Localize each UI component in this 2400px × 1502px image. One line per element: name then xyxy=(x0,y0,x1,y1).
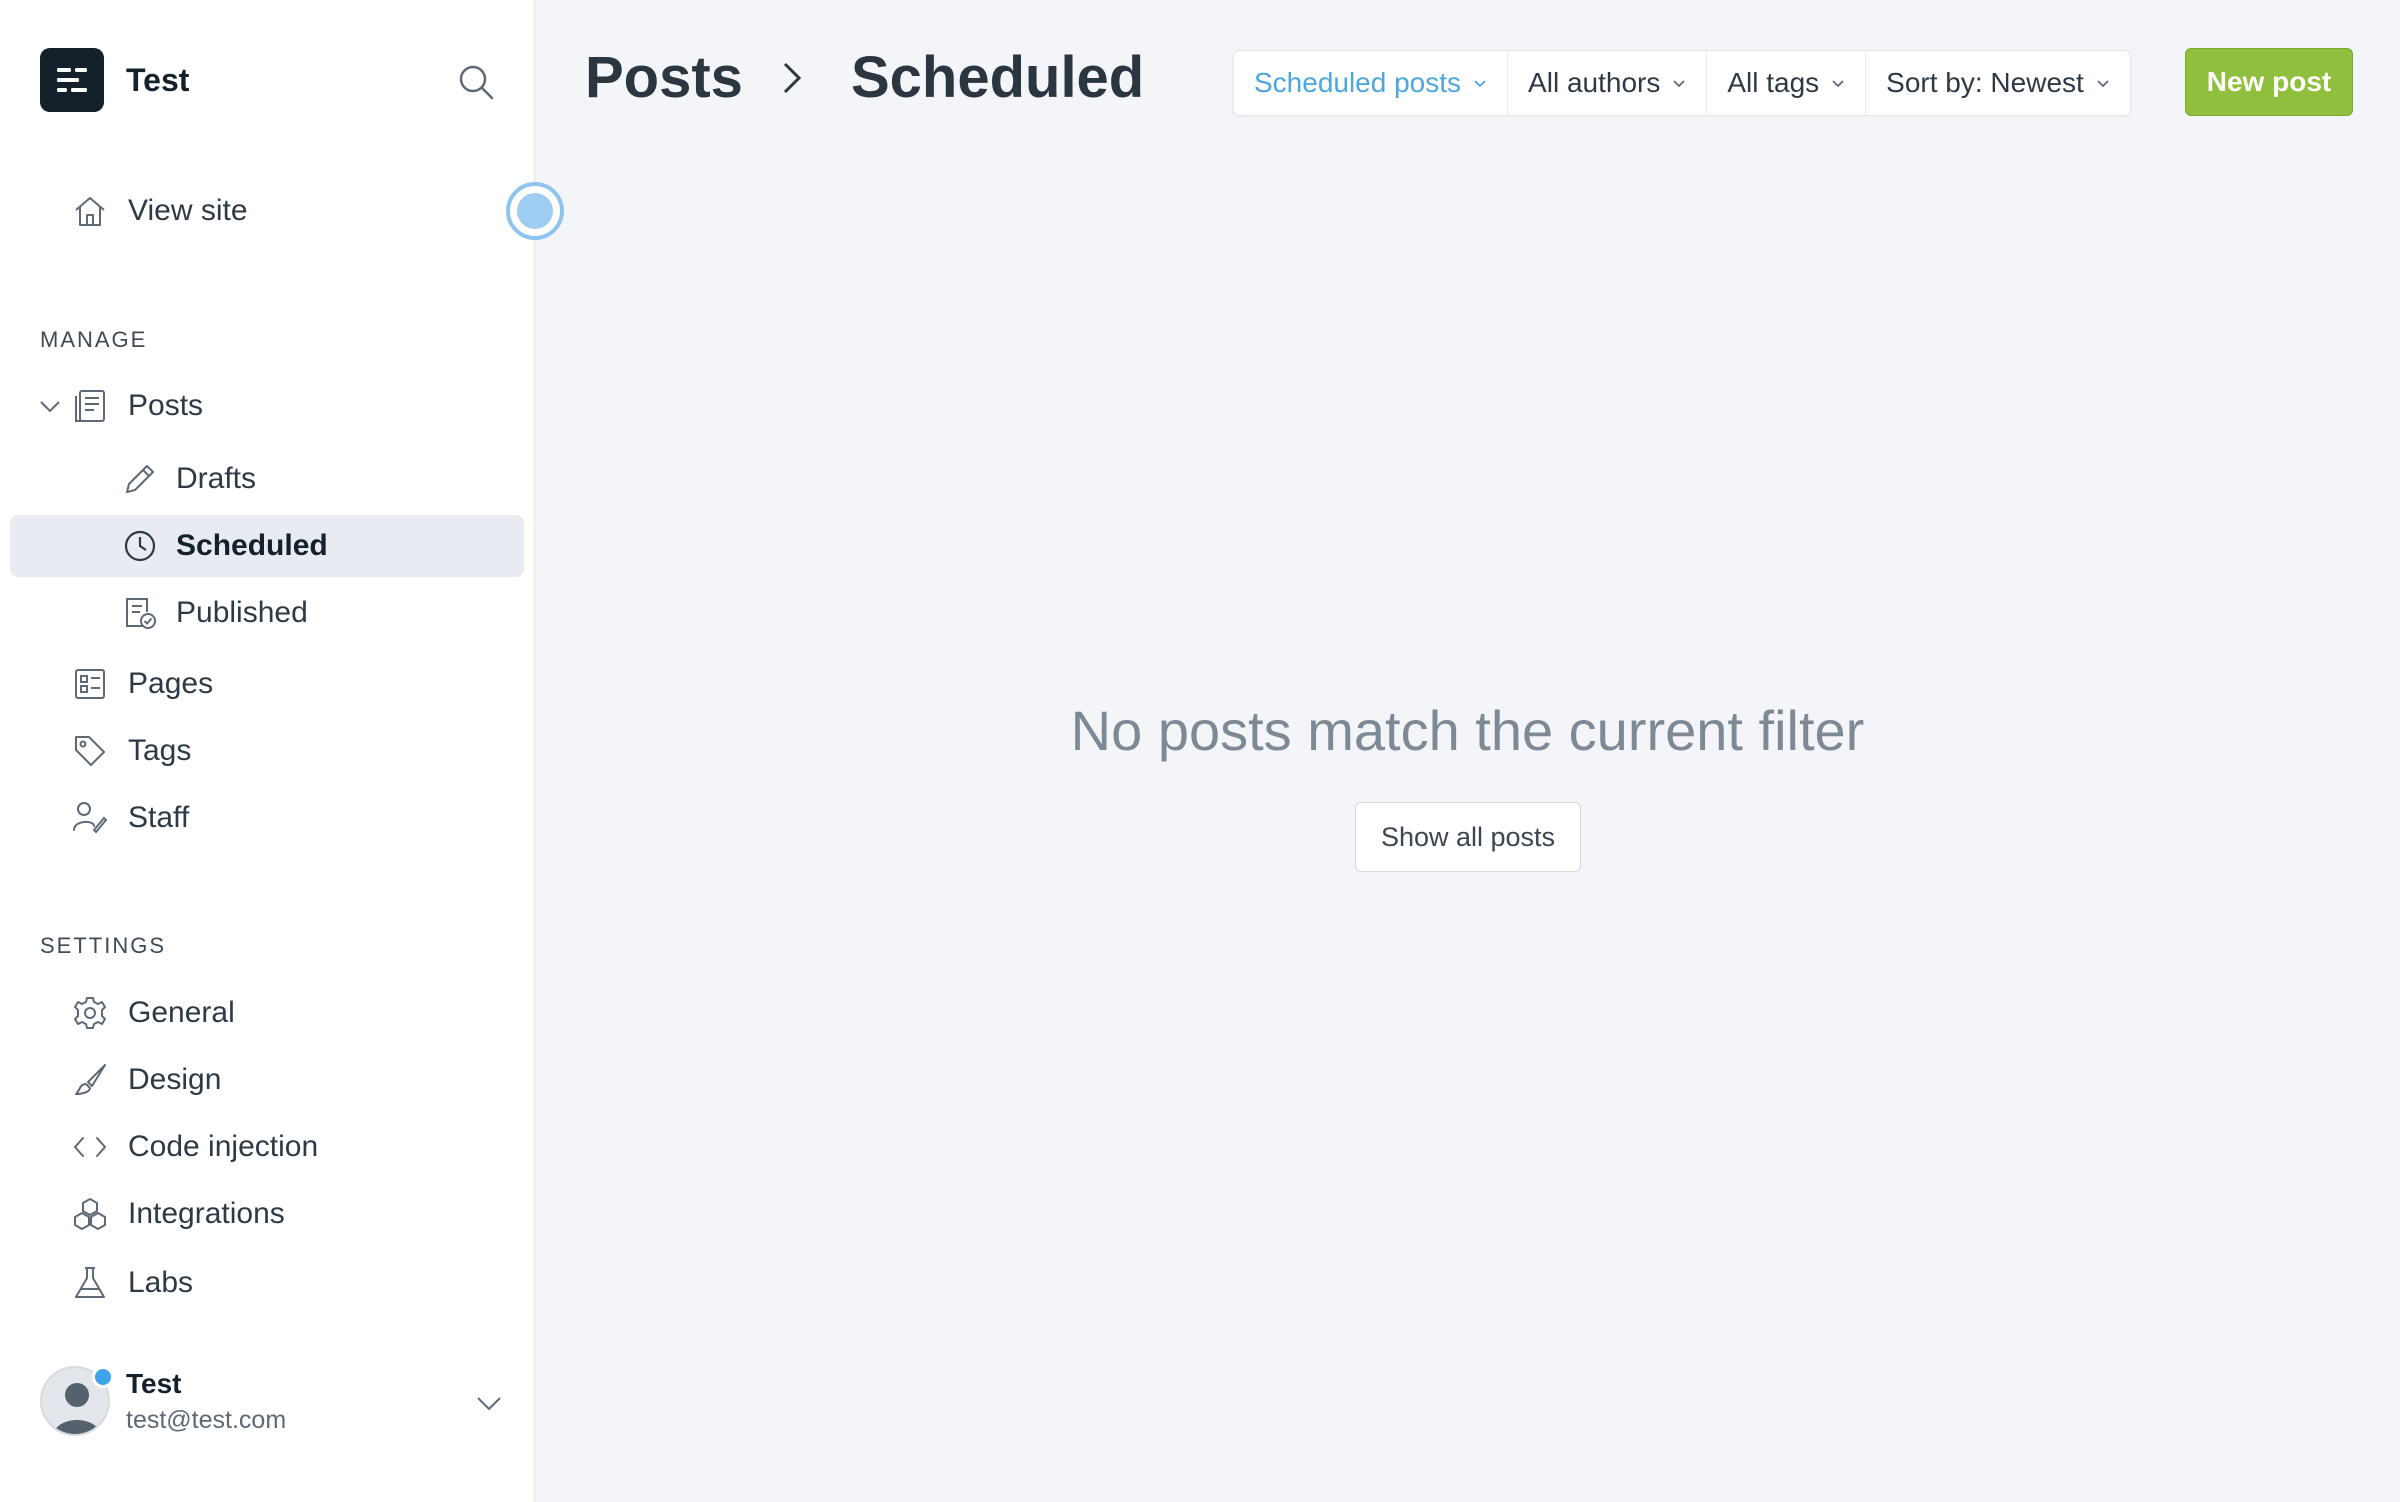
brand-logo-icon xyxy=(40,48,104,112)
posts-icon xyxy=(70,386,110,426)
breadcrumb: Posts Scheduled xyxy=(585,44,1144,111)
sidebar-item-general[interactable]: General xyxy=(70,982,235,1044)
sort-select[interactable]: Sort by: Newest xyxy=(1866,51,2130,115)
flask-icon xyxy=(70,1263,110,1303)
page-title: Scheduled xyxy=(850,45,1145,110)
chevron-down-icon xyxy=(1474,80,1486,88)
manage-section-title: MANAGE xyxy=(40,327,148,352)
sidebar-item-tags[interactable]: Tags xyxy=(70,720,191,782)
sidebar: Test View site MANAGE Posts Drafts Sched… xyxy=(0,0,564,1502)
type-filter-select[interactable]: Scheduled posts xyxy=(1234,51,1509,115)
chevron-right-icon xyxy=(773,58,813,98)
tag-icon xyxy=(70,731,110,771)
chevron-down-icon xyxy=(2097,80,2109,88)
sidebar-item-integrations[interactable]: Integrations xyxy=(70,1183,285,1245)
chevron-down-icon xyxy=(1832,80,1844,88)
clock-icon xyxy=(122,528,158,564)
sidebar-item-staff[interactable]: Staff xyxy=(70,787,189,849)
main-content: Posts Scheduled Scheduled posts All auth… xyxy=(535,0,2400,1502)
sidebar-item-view-site[interactable]: View site xyxy=(70,180,248,242)
status-dot xyxy=(92,1366,114,1388)
sidebar-item-posts[interactable]: Posts xyxy=(70,375,203,437)
sidebar-item-label: General xyxy=(128,996,235,1029)
home-icon xyxy=(70,191,110,231)
sidebar-item-scheduled[interactable]: Scheduled xyxy=(10,515,524,577)
user-name: Test xyxy=(126,1367,182,1399)
sidebar-item-published[interactable]: Published xyxy=(122,582,308,644)
onboarding-pulse[interactable] xyxy=(506,182,564,240)
site-name: Test xyxy=(126,61,190,98)
sidebar-item-label: Published xyxy=(176,596,308,629)
sidebar-item-label: View site xyxy=(128,194,248,227)
sidebar-item-label: Posts xyxy=(128,389,204,422)
sidebar-item-label: Code injection xyxy=(128,1130,319,1163)
sidebar-item-drafts[interactable]: Drafts xyxy=(122,448,256,510)
integrations-icon xyxy=(70,1194,110,1234)
pages-icon xyxy=(70,664,110,704)
sidebar-item-label: Design xyxy=(128,1063,222,1096)
sidebar-item-label: Staff xyxy=(128,801,190,834)
pencil-icon xyxy=(122,461,158,497)
chevron-down-icon[interactable] xyxy=(474,1388,504,1418)
post-filters: Scheduled posts All authors All tags Sor… xyxy=(1233,50,2131,116)
user-menu[interactable]: Test test@test.com xyxy=(40,1366,501,1436)
type-filter-label: Scheduled posts xyxy=(1254,67,1462,98)
chevron-down-icon[interactable] xyxy=(36,392,64,420)
tag-filter-select[interactable]: All tags xyxy=(1707,51,1867,115)
app-root: Test View site MANAGE Posts Drafts Sched… xyxy=(0,0,2400,1502)
sidebar-item-label: Scheduled xyxy=(176,529,328,562)
brush-icon xyxy=(70,1060,110,1100)
staff-icon xyxy=(70,798,110,838)
sidebar-item-pages[interactable]: Pages xyxy=(70,653,213,715)
user-email: test@test.com xyxy=(126,1405,287,1434)
chevron-down-icon xyxy=(1673,80,1685,88)
new-post-button[interactable]: New post xyxy=(2185,48,2353,116)
settings-section-title: SETTINGS xyxy=(40,933,167,958)
author-filter-select[interactable]: All authors xyxy=(1508,51,1708,115)
sidebar-item-label: Tags xyxy=(128,734,192,767)
sort-label: Sort by: Newest xyxy=(1886,67,2084,98)
code-icon xyxy=(70,1127,110,1167)
sidebar-item-label: Drafts xyxy=(176,462,257,495)
sidebar-item-code-injection[interactable]: Code injection xyxy=(70,1116,318,1178)
gear-icon xyxy=(70,993,110,1033)
breadcrumb-parent[interactable]: Posts xyxy=(585,44,743,111)
tag-filter-label: All tags xyxy=(1727,67,1820,98)
search-icon[interactable] xyxy=(456,62,496,102)
published-icon xyxy=(122,595,158,631)
sidebar-item-label: Pages xyxy=(128,667,214,700)
brand[interactable]: Test xyxy=(40,48,189,112)
empty-state-message: No posts match the current filter xyxy=(1070,699,1865,762)
author-filter-label: All authors xyxy=(1528,67,1661,98)
show-all-posts-button[interactable]: Show all posts xyxy=(1355,802,1581,872)
sidebar-item-design[interactable]: Design xyxy=(70,1049,221,1111)
sidebar-item-label: Labs xyxy=(128,1266,194,1299)
sidebar-item-label: Integrations xyxy=(128,1197,285,1230)
sidebar-item-labs[interactable]: Labs xyxy=(70,1252,193,1314)
